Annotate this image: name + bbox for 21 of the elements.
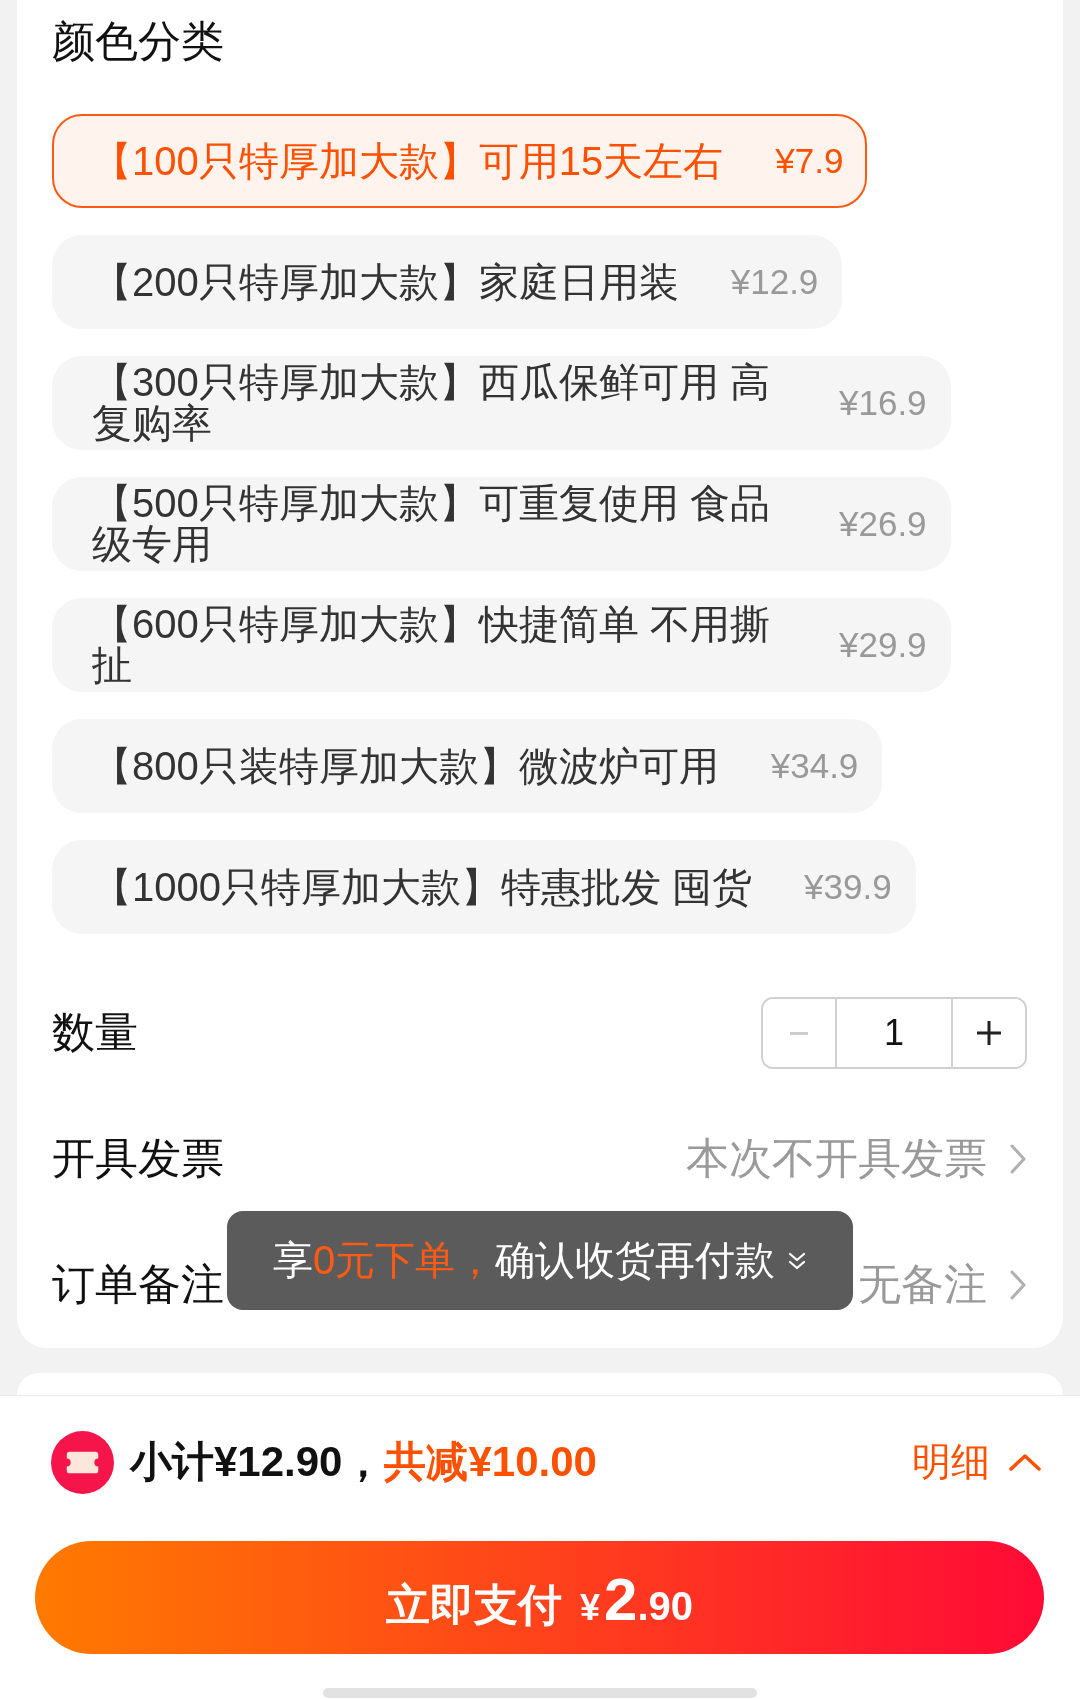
variant-option[interactable]: 【800只装特厚加大款】微波炉可用 ¥34.9 [52,719,883,813]
chevron-right-icon [1009,1143,1027,1175]
discount-text: 共减¥10.00 [384,1437,597,1487]
pay-button[interactable]: 立即支付 ¥2.90 [35,1541,1044,1654]
subtotal-text: 小计¥12.90， [130,1437,385,1487]
toast-text: 享0元下单，确认收货再付款 [272,1237,776,1284]
coupon-icon [51,1430,114,1494]
section-title: 颜色分类 [52,16,224,67]
double-chevron-down-icon [787,1250,808,1271]
chevron-right-icon [1009,1269,1027,1301]
minus-icon [790,1031,808,1035]
plus-icon [976,1020,1002,1046]
variant-option[interactable]: 【1000只特厚加大款】特惠批发 囤货 ¥39.9 [52,840,916,934]
quantity-label: 数量 [52,1007,138,1058]
setting-label: 开具发票 [52,1133,224,1184]
setting-label: 订单备注 [52,1259,224,1310]
variant-option[interactable]: 【500只特厚加大款】可重复使用 食品级专用 ¥26.9 [52,477,951,571]
variant-option[interactable]: 【300只特厚加大款】西瓜保鲜可用 高复购率 ¥16.9 [52,356,951,450]
variant-option[interactable]: 【200只特厚加大款】家庭日用装 ¥12.9 [52,235,843,329]
chevron-up-icon [1008,1452,1042,1472]
variant-option[interactable]: 【600只特厚加大款】快捷简单 不用撕扯 ¥29.9 [52,598,951,692]
